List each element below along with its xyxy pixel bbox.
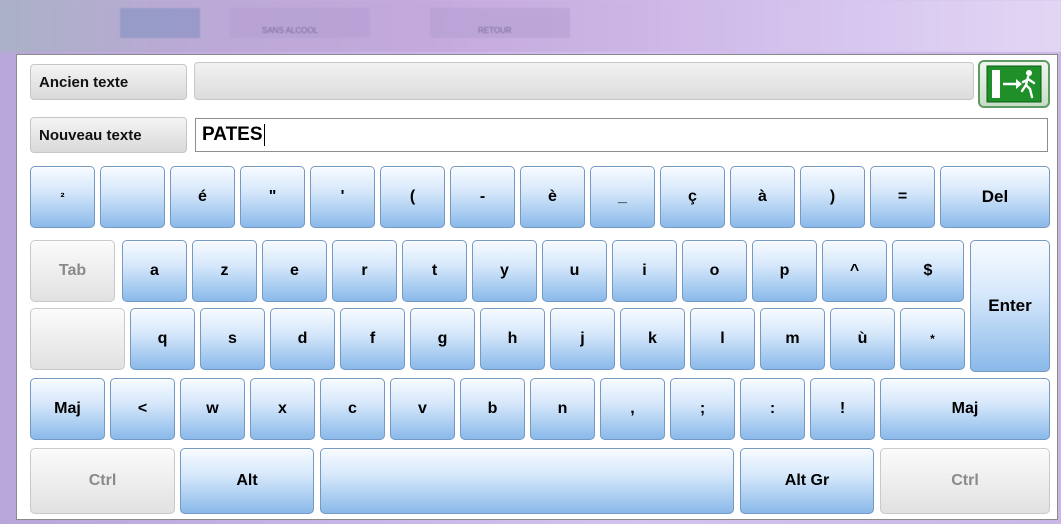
key-dollar[interactable]: $: [892, 240, 964, 302]
key-e-grave[interactable]: è: [520, 166, 585, 228]
key-underscore[interactable]: _: [590, 166, 655, 228]
key-double-quote[interactable]: ": [240, 166, 305, 228]
key-h[interactable]: h: [480, 308, 545, 370]
key-c[interactable]: c: [320, 378, 385, 440]
key-i[interactable]: i: [612, 240, 677, 302]
key-f[interactable]: f: [340, 308, 405, 370]
key-hyphen[interactable]: -: [450, 166, 515, 228]
key-u-grave[interactable]: ù: [830, 308, 895, 370]
key-space[interactable]: [320, 448, 734, 514]
key-u[interactable]: u: [542, 240, 607, 302]
key-v[interactable]: v: [390, 378, 455, 440]
key-z[interactable]: z: [192, 240, 257, 302]
key-y[interactable]: y: [472, 240, 537, 302]
key-t[interactable]: t: [402, 240, 467, 302]
key-q[interactable]: q: [130, 308, 195, 370]
key-close-paren[interactable]: ): [800, 166, 865, 228]
key-w[interactable]: w: [180, 378, 245, 440]
key-tab[interactable]: Tab: [30, 240, 115, 302]
key-alt[interactable]: Alt: [180, 448, 314, 514]
key-p[interactable]: p: [752, 240, 817, 302]
new-text-value: PATES: [202, 124, 263, 145]
new-text-input[interactable]: PATES: [195, 118, 1048, 152]
key-x[interactable]: x: [250, 378, 315, 440]
key-superscript-two[interactable]: ²: [30, 166, 95, 228]
key-alt-gr[interactable]: Alt Gr: [740, 448, 874, 514]
key-less-than[interactable]: <: [110, 378, 175, 440]
key-equals[interactable]: =: [870, 166, 935, 228]
key-right-ctrl[interactable]: Ctrl: [880, 448, 1050, 514]
key-caps-lock[interactable]: [30, 308, 125, 370]
key-l[interactable]: l: [690, 308, 755, 370]
key-o[interactable]: o: [682, 240, 747, 302]
key-m[interactable]: m: [760, 308, 825, 370]
key-r[interactable]: r: [332, 240, 397, 302]
new-text-label: Nouveau texte: [30, 117, 187, 153]
key-exclamation[interactable]: !: [810, 378, 875, 440]
key-colon[interactable]: :: [740, 378, 805, 440]
old-text-label: Ancien texte: [30, 64, 187, 100]
key-k[interactable]: k: [620, 308, 685, 370]
key-apostrophe[interactable]: ': [310, 166, 375, 228]
titlebar-text: RETOUR: [478, 26, 512, 35]
key-right-shift[interactable]: Maj: [880, 378, 1050, 440]
key-delete[interactable]: Del: [940, 166, 1050, 228]
key-a-grave[interactable]: à: [730, 166, 795, 228]
window-titlebar: SANS ALCOOL RETOUR: [0, 0, 1061, 52]
exit-button[interactable]: [978, 60, 1050, 108]
exit-door-icon: [986, 65, 1042, 103]
text-caret: [263, 124, 265, 146]
key-c-cedilla[interactable]: ç: [660, 166, 725, 228]
key-s[interactable]: s: [200, 308, 265, 370]
key-left-ctrl[interactable]: Ctrl: [30, 448, 175, 514]
key-comma[interactable]: ,: [600, 378, 665, 440]
key-open-paren[interactable]: (: [380, 166, 445, 228]
titlebar-text: SANS ALCOOL: [262, 26, 319, 35]
key-circumflex[interactable]: ^: [822, 240, 887, 302]
key-d[interactable]: d: [270, 308, 335, 370]
old-text-field: [194, 62, 974, 100]
key-a[interactable]: a: [122, 240, 187, 302]
titlebar-tab: [120, 8, 200, 38]
key-b[interactable]: b: [460, 378, 525, 440]
key-semicolon[interactable]: ;: [670, 378, 735, 440]
key-blank[interactable]: [100, 166, 165, 228]
key-g[interactable]: g: [410, 308, 475, 370]
key-n[interactable]: n: [530, 378, 595, 440]
key-j[interactable]: j: [550, 308, 615, 370]
key-enter[interactable]: Enter: [970, 240, 1050, 372]
key-e-acute[interactable]: é: [170, 166, 235, 228]
key-asterisk[interactable]: *: [900, 308, 965, 370]
key-left-shift[interactable]: Maj: [30, 378, 105, 440]
key-e[interactable]: e: [262, 240, 327, 302]
